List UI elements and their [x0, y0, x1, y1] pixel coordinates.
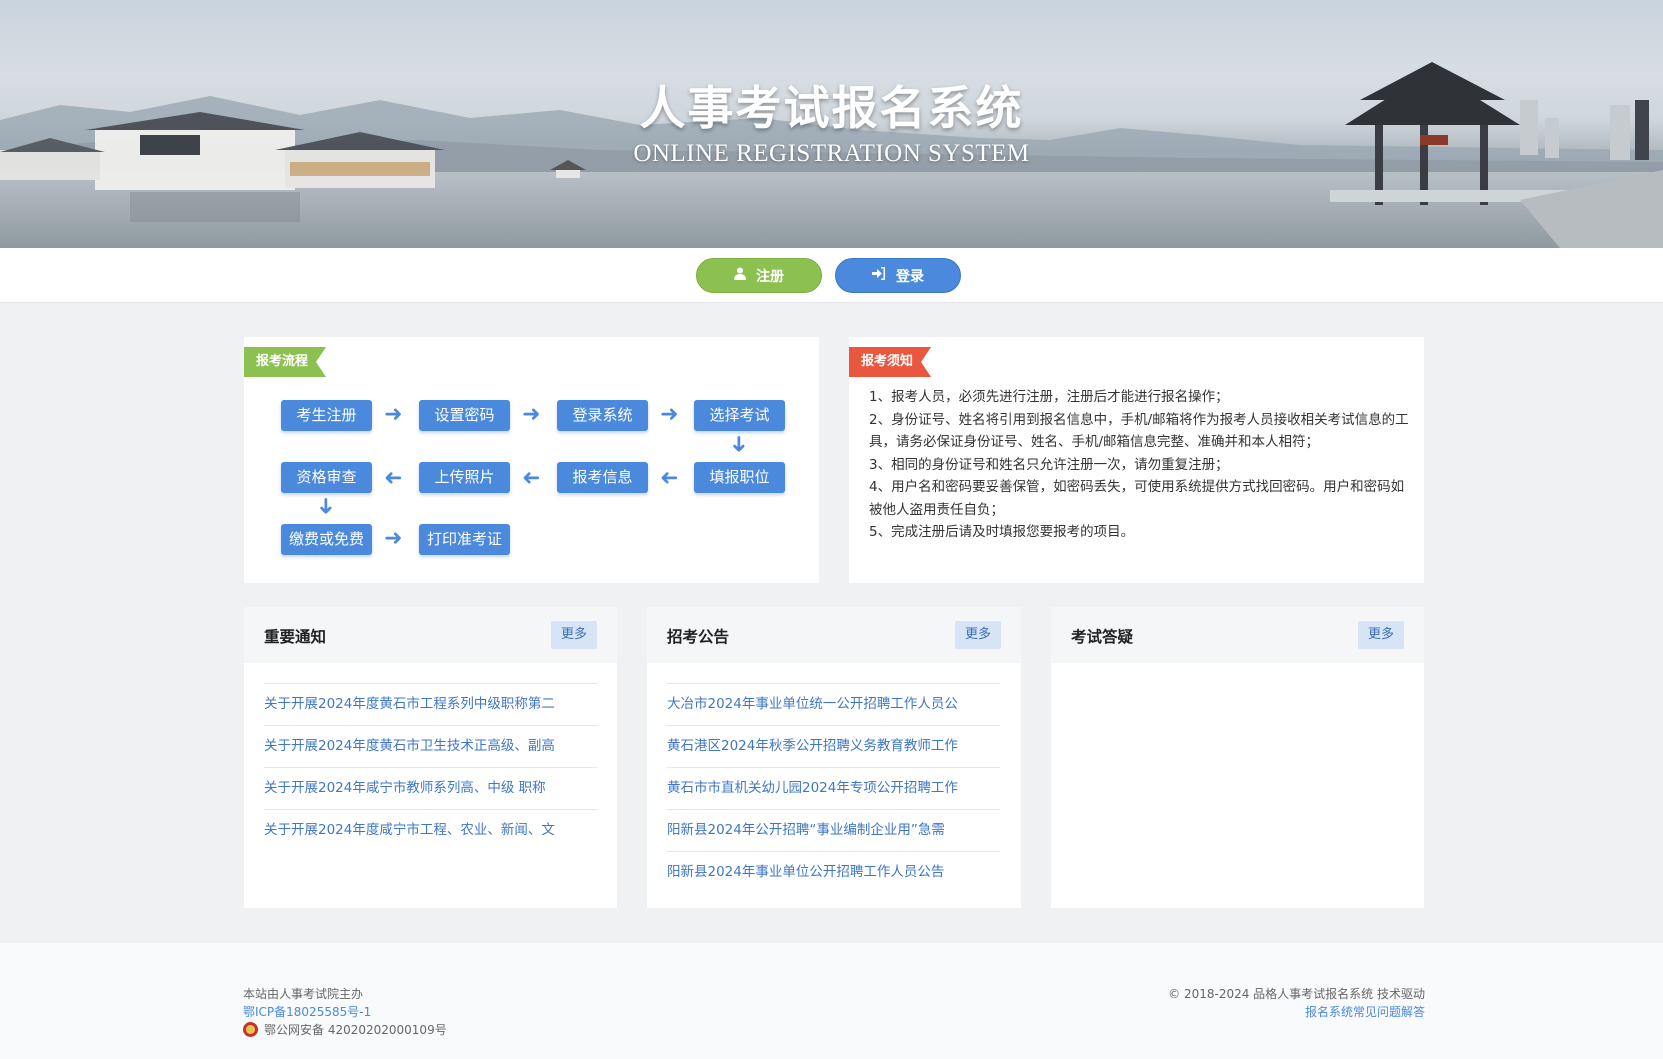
news-link[interactable]: 关于开展2024年度黄石市卫生技术正高级、副高	[264, 725, 597, 767]
box-title: 重要通知	[264, 628, 327, 646]
footer-left: 本站由人事考试院主办 鄂ICP备18025585号-1 鄂公网安备 420202…	[243, 985, 447, 1039]
process-panel: 报考流程 考生注册 ➜ 设置密码 ➜ 登录系统 ➜ 选择考试 ➜ 填报职位 ➜ …	[244, 337, 819, 583]
box-header: 考试答疑 更多	[1051, 607, 1424, 663]
more-button[interactable]: 更多	[551, 621, 597, 649]
notice-item: 2、身份证号、姓名将引用到报名信息中，手机/邮箱将作为报考人员接收相关考试信息的…	[869, 411, 1409, 451]
more-button[interactable]: 更多	[955, 621, 1001, 649]
arrow-right-icon: ➜	[384, 402, 403, 427]
footer-right: © 2018-2024 品格人事考试报名系统 技术驱动 报名系统常见问题解答	[1168, 985, 1425, 1021]
register-button[interactable]: 注册	[696, 258, 822, 293]
notice-item: 5、完成注册后请及时填报您要报考的项目。	[869, 524, 1135, 540]
step-register: 考生注册	[281, 400, 372, 431]
step-select-exam: 选择考试	[694, 400, 785, 431]
login-label: 登录	[896, 268, 924, 285]
header-banner: 人事考试报名系统 ONLINE REGISTRATION SYSTEM	[0, 0, 1663, 248]
arrow-left-icon: ➜	[660, 465, 679, 490]
footer: 本站由人事考试院主办 鄂ICP备18025585号-1 鄂公网安备 420202…	[0, 943, 1663, 1059]
copyright: © 2018-2024 品格人事考试报名系统 技术驱动	[1168, 987, 1425, 1001]
icp-link[interactable]: 鄂ICP备18025585号-1	[243, 1003, 447, 1021]
notice-list: 1、报考人员，必须先进行注册，注册后才能进行报名操作； 2、身份证号、姓名将引用…	[869, 386, 1409, 544]
sign-in-icon	[872, 267, 886, 284]
auth-nav-bar: 注册 登录	[0, 248, 1663, 303]
footer-host: 本站由人事考试院主办	[243, 987, 364, 1001]
arrow-left-icon: ➜	[384, 465, 403, 490]
news-link[interactable]: 大冶市2024年事业单位统一公开招聘工作人员公	[667, 683, 1000, 725]
step-qualification-review: 资格审查	[281, 462, 372, 493]
arrow-down-icon: ➜	[726, 434, 752, 454]
police-record[interactable]: 鄂公网安备 42020202000109号	[243, 1021, 447, 1039]
news-link[interactable]: 黄石市市直机关幼儿园2024年专项公开招聘工作	[667, 767, 1000, 809]
step-print-admission: 打印准考证	[419, 524, 510, 555]
box-header: 重要通知 更多	[244, 607, 617, 663]
notice-ribbon: 报考须知	[849, 347, 931, 377]
more-button[interactable]: 更多	[1358, 621, 1404, 649]
login-button[interactable]: 登录	[835, 258, 961, 293]
news-link[interactable]: 关于开展2024年咸宁市教师系列高、中级 职称	[264, 767, 597, 809]
notice-item: 1、报考人员，必须先进行注册，注册后才能进行报名操作；	[869, 389, 1229, 405]
site-subtitle: ONLINE REGISTRATION SYSTEM	[633, 140, 1030, 167]
box-title: 招考公告	[667, 628, 730, 646]
arrow-right-icon: ➜	[522, 402, 541, 427]
news-link[interactable]: 关于开展2024年度咸宁市工程、农业、新闻、文	[264, 809, 597, 851]
police-record-text: 鄂公网安备 42020202000109号	[264, 1023, 447, 1037]
arrow-left-icon: ➜	[522, 465, 541, 490]
news-link[interactable]: 阳新县2024年事业单位公开招聘工作人员公告	[667, 851, 1000, 893]
important-notices-box: 重要通知 更多 关于开展2024年度黄石市工程系列中级职称第二 关于开展2024…	[244, 607, 617, 908]
arrow-right-icon: ➜	[384, 526, 403, 551]
step-payment: 缴费或免费	[281, 524, 372, 555]
arrow-down-icon: ➜	[313, 496, 339, 516]
news-list: 大冶市2024年事业单位统一公开招聘工作人员公 黄石港区2024年秋季公开招聘义…	[667, 683, 1000, 893]
recruitment-announcements-box: 招考公告 更多 大冶市2024年事业单位统一公开招聘工作人员公 黄石港区2024…	[647, 607, 1021, 908]
step-apply-info: 报考信息	[557, 462, 648, 493]
faq-link[interactable]: 报名系统常见问题解答	[1168, 1003, 1425, 1021]
police-badge-icon	[243, 1022, 258, 1037]
news-link[interactable]: 关于开展2024年度黄石市工程系列中级职称第二	[264, 683, 597, 725]
notice-item: 4、用户名和密码要妥善保管，如密码丢失，可使用系统提供方式找回密码。用户和密码如…	[869, 479, 1405, 518]
exam-qa-box: 考试答疑 更多	[1051, 607, 1424, 908]
news-link[interactable]: 阳新县2024年公开招聘“事业编制企业用”急需	[667, 809, 1000, 851]
step-login: 登录系统	[557, 400, 648, 431]
notice-panel: 报考须知 1、报考人员，必须先进行注册，注册后才能进行报名操作； 2、身份证号、…	[849, 337, 1424, 583]
register-label: 注册	[756, 268, 784, 285]
step-set-password: 设置密码	[419, 400, 510, 431]
news-link[interactable]: 黄石港区2024年秋季公开招聘义务教育教师工作	[667, 725, 1000, 767]
arrow-right-icon: ➜	[660, 402, 679, 427]
step-upload-photo: 上传照片	[419, 462, 510, 493]
site-title: 人事考试报名系统	[639, 81, 1024, 135]
box-title: 考试答疑	[1071, 628, 1134, 646]
step-fill-position: 填报职位	[694, 462, 785, 493]
process-ribbon: 报考流程	[244, 347, 326, 377]
user-icon	[734, 267, 746, 284]
news-list: 关于开展2024年度黄石市工程系列中级职称第二 关于开展2024年度黄石市卫生技…	[264, 683, 597, 851]
notice-item: 3、相同的身份证号和姓名只允许注册一次，请勿重复注册；	[869, 456, 1229, 473]
box-header: 招考公告 更多	[647, 607, 1021, 663]
